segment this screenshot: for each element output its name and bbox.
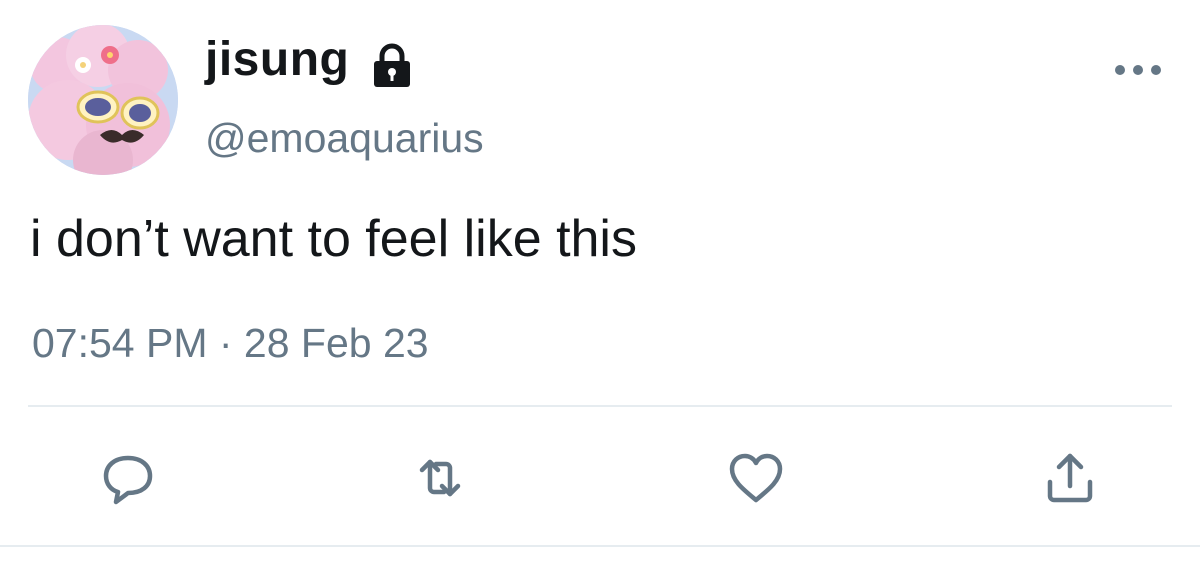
tweet-card: jisung @emoaquarius i don’t want to feel… — [0, 0, 1200, 565]
share-icon — [1047, 453, 1093, 503]
like-button[interactable] — [726, 448, 786, 508]
retweet-button[interactable] — [410, 448, 470, 508]
share-button[interactable] — [1040, 448, 1100, 508]
like-icon — [729, 453, 783, 503]
avatar[interactable] — [28, 25, 178, 175]
display-name[interactable]: jisung — [205, 36, 349, 84]
tweet-text: i don’t want to feel like this — [30, 210, 637, 268]
divider — [0, 545, 1200, 547]
avatar-image — [28, 25, 178, 175]
tweet-timestamp: 07:54 PM · 28 Feb 23 — [32, 320, 429, 366]
reply-icon — [103, 455, 153, 505]
more-icon[interactable] — [1112, 60, 1164, 80]
reply-button[interactable] — [98, 448, 158, 508]
lock-icon — [374, 43, 410, 87]
divider — [28, 405, 1172, 407]
user-handle[interactable]: @emoaquarius — [205, 118, 484, 159]
retweet-icon — [419, 459, 461, 497]
